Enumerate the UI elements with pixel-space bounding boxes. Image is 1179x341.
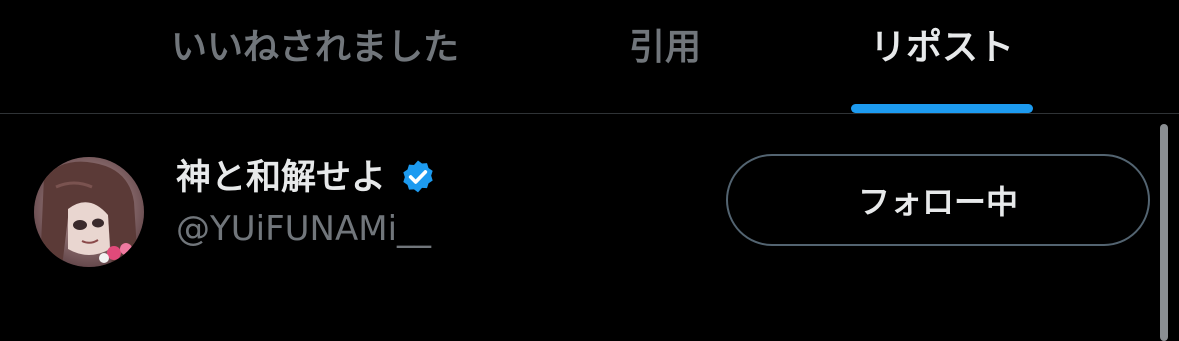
user-list-item[interactable]: 神と和解せよ @YUiFUNAMi__ フォロー中 <box>0 115 1179 341</box>
verified-badge-icon <box>398 158 438 198</box>
following-button[interactable]: フォロー中 <box>726 154 1150 246</box>
tab-label-reposts: リポスト <box>869 27 1014 68</box>
avatar-image <box>34 157 144 267</box>
tab-quotes[interactable]: 引用 <box>590 0 740 113</box>
user-handle: @YUiFUNAMi__ <box>176 209 432 249</box>
display-name-line: 神と和解せよ <box>176 155 438 201</box>
active-tab-indicator <box>851 104 1033 113</box>
tab-reposts[interactable]: リポスト <box>832 0 1052 113</box>
tab-label-liked: いいねされました <box>170 27 459 68</box>
tab-bar: いいねされました 引用 リポスト <box>0 0 1179 114</box>
scrollbar[interactable] <box>1160 124 1168 341</box>
tab-label-quotes: 引用 <box>628 27 701 68</box>
display-name[interactable]: 神と和解せよ <box>176 156 386 200</box>
avatar[interactable] <box>34 157 144 267</box>
tab-liked[interactable]: いいねされました <box>140 0 490 113</box>
